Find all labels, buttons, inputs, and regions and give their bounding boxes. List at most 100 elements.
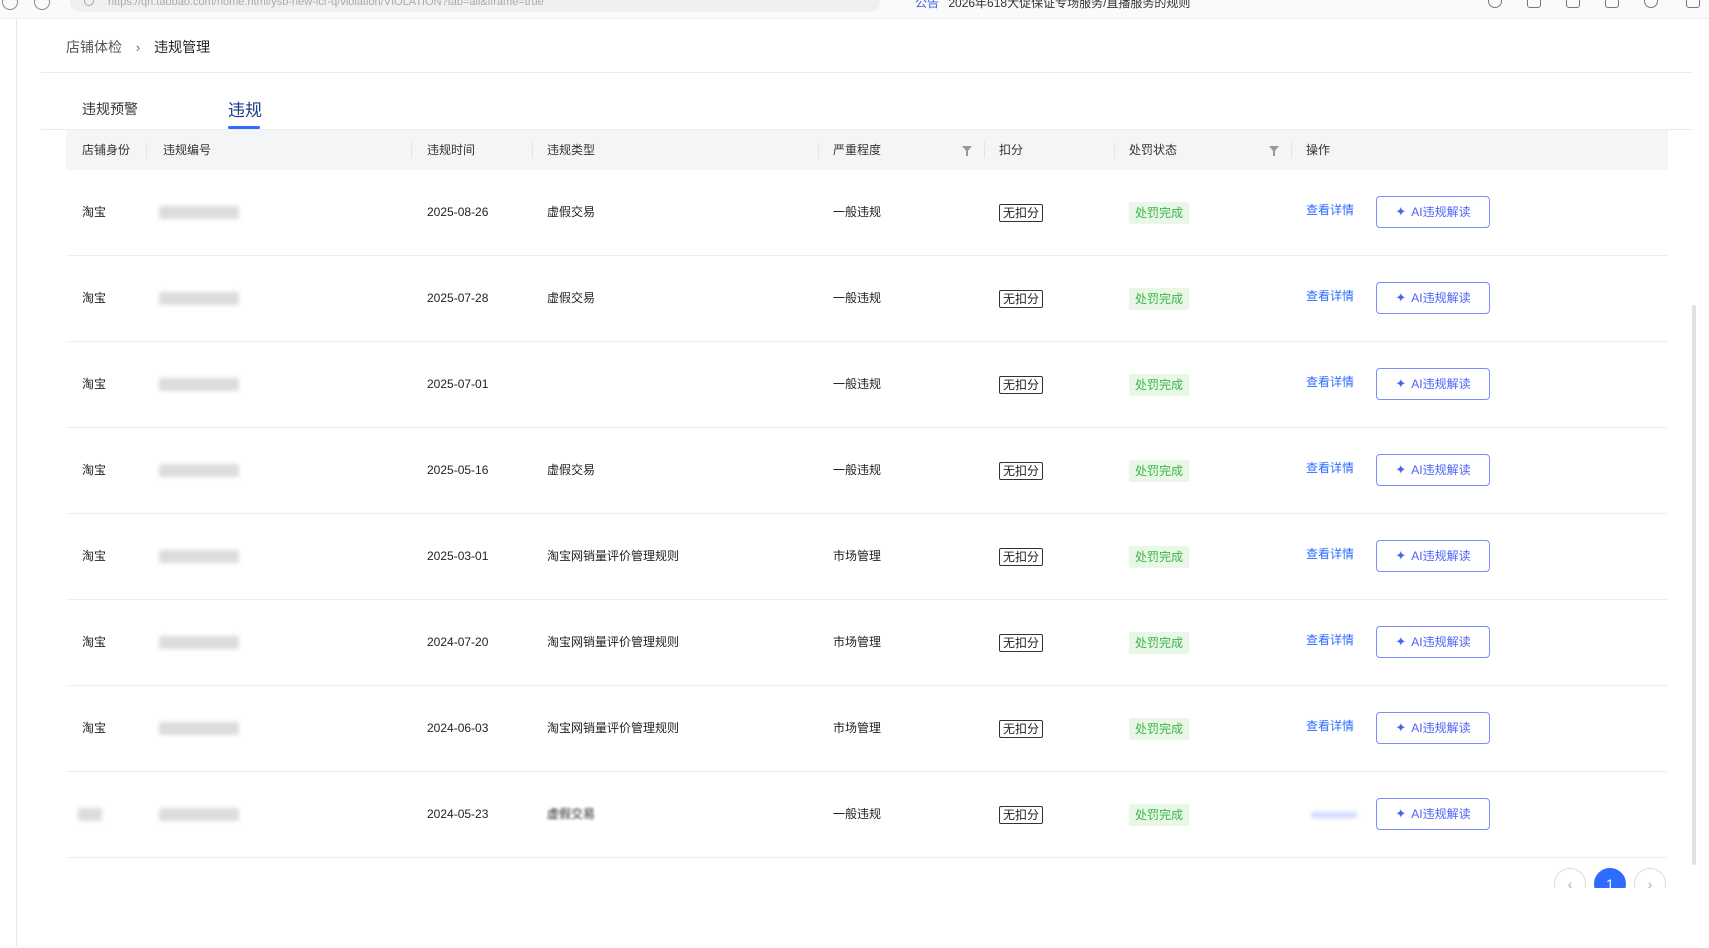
breadcrumb-parent[interactable]: 店铺体检 — [66, 39, 122, 55]
row-type: 虚假交易 — [547, 291, 596, 305]
ai-interpret-button[interactable]: ✦ AI违规解读 — [1376, 626, 1490, 658]
view-details-link[interactable]: 查看详情 — [1306, 170, 1354, 255]
address-bar-url: https://qn.taobao.com/home.html/ysb-new-… — [108, 0, 544, 8]
tab-violation[interactable]: 违规 — [228, 96, 262, 121]
row-date: 2024-05-23 — [427, 807, 489, 821]
bookmark-icon[interactable] — [1566, 0, 1580, 8]
column-header-severity: 严重程度 — [833, 143, 882, 157]
row-violation-id-redacted — [159, 378, 239, 391]
row-points-badge: 无扣分 — [999, 805, 1044, 824]
announcement[interactable]: 公告 2026年618大促保证专场服务/直播服务的规则 — [915, 0, 1190, 11]
column-divider — [1114, 142, 1115, 158]
view-details-link-redacted[interactable] — [1311, 812, 1357, 818]
ai-interpret-button[interactable]: ✦ AI违规解读 — [1376, 368, 1490, 400]
ai-interpret-button[interactable]: ✦ AI违规解读 — [1376, 196, 1490, 228]
column-divider — [818, 142, 819, 158]
clock-icon[interactable] — [1488, 0, 1502, 8]
row-violation-id-redacted — [159, 550, 239, 563]
sparkle-icon: ✦ — [1395, 548, 1407, 563]
row-severity: 一般违规 — [833, 205, 882, 219]
announcement-tag: 公告 — [915, 0, 940, 10]
row-points-badge: 无扣分 — [999, 203, 1044, 222]
column-divider — [532, 142, 533, 158]
ai-interpret-button[interactable]: ✦ AI违规解读 — [1376, 282, 1490, 314]
view-details-link[interactable]: 查看详情 — [1306, 256, 1354, 341]
sparkle-icon: ✦ — [1395, 376, 1407, 391]
history-icon[interactable] — [1605, 0, 1619, 8]
user-icon[interactable] — [1644, 0, 1658, 8]
ai-interpret-button[interactable]: ✦ AI违规解读 — [1376, 540, 1490, 572]
column-header-shop: 店铺身份 — [82, 143, 131, 157]
column-divider — [411, 142, 412, 158]
row-date: 2025-08-26 — [427, 205, 489, 219]
sparkle-icon: ✦ — [1395, 462, 1407, 477]
pagination-clip-mask — [1540, 888, 1680, 948]
row-status-badge: 处罚完成 — [1129, 631, 1190, 654]
row-points-badge: 无扣分 — [999, 719, 1044, 738]
row-status-badge: 处罚完成 — [1129, 545, 1190, 568]
row-type: 虚假交易 — [547, 807, 596, 821]
filter-icon[interactable] — [1269, 146, 1279, 156]
row-shop: 淘宝 — [82, 549, 107, 563]
ai-interpret-label: AI违规解读 — [1411, 377, 1471, 391]
tab-violation-warning[interactable]: 违规预警 — [82, 99, 138, 119]
breadcrumb: 店铺体检 › 违规管理 — [66, 37, 210, 57]
address-bar[interactable]: https://qn.taobao.com/home.html/ysb-new-… — [70, 0, 880, 12]
ai-interpret-button[interactable]: ✦ AI违规解读 — [1376, 712, 1490, 744]
column-divider — [1291, 142, 1292, 158]
chat-icon[interactable] — [1686, 0, 1700, 8]
row-shop: 淘宝 — [82, 721, 107, 735]
ai-interpret-label: AI违规解读 — [1411, 635, 1471, 649]
view-details-link[interactable]: 查看详情 — [1306, 342, 1354, 427]
ai-interpret-button[interactable]: ✦ AI违规解读 — [1376, 798, 1490, 830]
breadcrumb-current: 违规管理 — [154, 39, 211, 55]
row-status-badge: 处罚完成 — [1129, 717, 1190, 740]
table-row: 淘宝 2025-07-01 一般违规 无扣分 处罚完成 查看详情 ✦ AI违规解读 — [66, 342, 1668, 428]
row-shop-redacted — [78, 808, 102, 821]
filter-icon[interactable] — [962, 146, 972, 156]
table-row: 淘宝 2025-08-26 虚假交易 一般违规 无扣分 处罚完成 查看详情 ✦ A… — [66, 170, 1668, 256]
row-status-badge: 处罚完成 — [1129, 803, 1190, 826]
ai-interpret-label: AI违规解读 — [1411, 721, 1471, 735]
row-violation-id-redacted — [159, 722, 239, 735]
column-header-violation-time: 违规时间 — [427, 143, 476, 157]
chevron-right-icon: › — [135, 40, 141, 55]
sparkle-icon: ✦ — [1395, 634, 1407, 649]
view-details-link[interactable]: 查看详情 — [1306, 428, 1354, 513]
row-type: 虚假交易 — [547, 463, 596, 477]
sparkle-icon: ✦ — [1395, 806, 1407, 821]
row-points-badge: 无扣分 — [999, 633, 1044, 652]
reload-icon[interactable] — [34, 0, 50, 10]
table-header: 店铺身份 违规编号 违规时间 违规类型 严重程度 扣分 处罚状态 操作 — [66, 130, 1668, 170]
row-violation-id-redacted — [159, 206, 239, 219]
ai-interpret-button[interactable]: ✦ AI违规解读 — [1376, 454, 1490, 486]
sparkle-icon: ✦ — [1395, 290, 1407, 305]
row-date: 2025-03-01 — [427, 549, 489, 563]
sidebar-divider — [16, 18, 17, 946]
table-row: 淘宝 2025-03-01 淘宝网销量评价管理规则 市场管理 无扣分 处罚完成 … — [66, 514, 1668, 600]
row-shop: 淘宝 — [82, 463, 107, 477]
back-icon[interactable] — [2, 0, 18, 10]
view-details-link[interactable]: 查看详情 — [1306, 600, 1354, 685]
row-severity: 一般违规 — [833, 463, 882, 477]
row-date: 2024-07-20 — [427, 635, 489, 649]
copy-icon[interactable] — [1527, 0, 1541, 8]
column-divider — [146, 142, 147, 158]
row-type: 淘宝网销量评价管理规则 — [547, 635, 680, 649]
browser-toolbar: https://qn.taobao.com/home.html/ysb-new-… — [0, 0, 1709, 19]
row-severity: 一般违规 — [833, 807, 882, 821]
scrollbar[interactable] — [1692, 305, 1696, 865]
row-shop: 淘宝 — [82, 635, 107, 649]
row-violation-id-redacted — [159, 636, 239, 649]
row-severity: 一般违规 — [833, 291, 882, 305]
sparkle-icon: ✦ — [1395, 204, 1407, 219]
column-header-violation-type: 违规类型 — [547, 143, 596, 157]
row-points-badge: 无扣分 — [999, 547, 1044, 566]
row-violation-id-redacted — [159, 808, 239, 821]
view-details-link[interactable]: 查看详情 — [1306, 514, 1354, 599]
column-header-points: 扣分 — [999, 143, 1024, 157]
table-row: 淘宝 2025-05-16 虚假交易 一般违规 无扣分 处罚完成 查看详情 ✦ A… — [66, 428, 1668, 514]
row-violation-id-redacted — [159, 292, 239, 305]
row-type: 淘宝网销量评价管理规则 — [547, 721, 680, 735]
view-details-link[interactable]: 查看详情 — [1306, 686, 1354, 771]
